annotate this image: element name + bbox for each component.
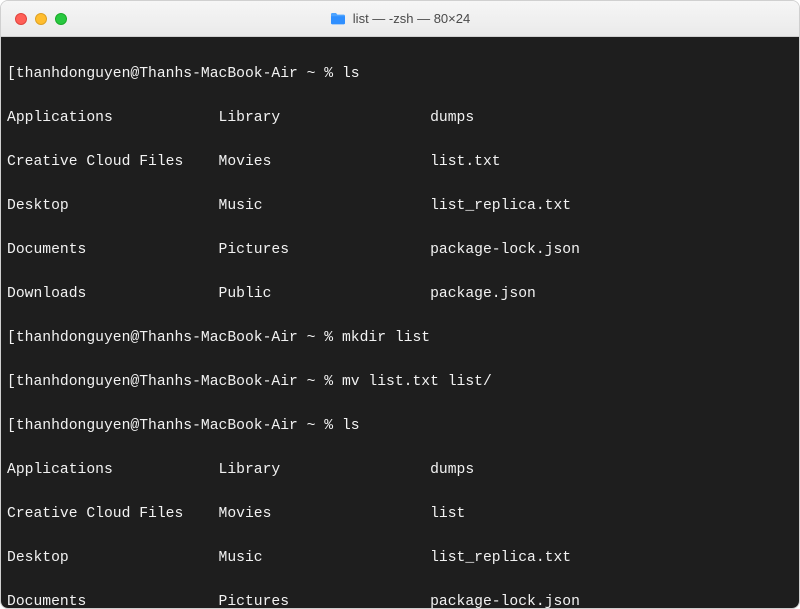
prompt-line: [thanhdonguyen@Thanhs-MacBook-Air ~ % ls [7,63,793,85]
prompt-line: [thanhdonguyen@Thanhs-MacBook-Air ~ % mv… [7,371,793,393]
file-entry: Downloads [7,283,219,305]
file-entry: list.txt [430,151,793,173]
command: mv list.txt list/ [342,371,492,393]
prompt-line: [thanhdonguyen@Thanhs-MacBook-Air ~ % mk… [7,327,793,349]
command: mkdir list [342,327,430,349]
ls-output-row: DesktopMusiclist_replica.txt [7,547,793,569]
close-icon[interactable] [15,13,27,25]
prompt: [thanhdonguyen@Thanhs-MacBook-Air ~ % [7,63,342,85]
file-entry: dumps [430,107,793,129]
file-entry: Pictures [219,239,431,261]
file-entry: Music [219,195,431,217]
prompt: [thanhdonguyen@Thanhs-MacBook-Air ~ % [7,415,342,437]
terminal-window: list — -zsh — 80×24 [thanhdonguyen@Thanh… [0,0,800,609]
prompt-line: [thanhdonguyen@Thanhs-MacBook-Air ~ % ls [7,415,793,437]
minimize-icon[interactable] [35,13,47,25]
command: ls [342,415,360,437]
ls-output-row: DocumentsPicturespackage-lock.json [7,591,793,608]
ls-output-row: ApplicationsLibrarydumps [7,107,793,129]
file-entry: package.json [430,283,793,305]
ls-output-row: DocumentsPicturespackage-lock.json [7,239,793,261]
file-entry: Documents [7,591,219,608]
file-entry: Applications [7,107,219,129]
ls-output-row: ApplicationsLibrarydumps [7,459,793,481]
file-entry: Creative Cloud Files [7,503,219,525]
file-entry: dumps [430,459,793,481]
prompt: [thanhdonguyen@Thanhs-MacBook-Air ~ % [7,371,342,393]
command: ls [342,63,360,85]
ls-output-row: Creative Cloud FilesMovieslist.txt [7,151,793,173]
file-entry: package-lock.json [430,239,793,261]
file-entry: Music [219,547,431,569]
file-entry: package-lock.json [430,591,793,608]
file-entry: Desktop [7,547,219,569]
titlebar[interactable]: list — -zsh — 80×24 [1,1,799,37]
ls-output-row: Creative Cloud FilesMovieslist [7,503,793,525]
terminal-body[interactable]: [thanhdonguyen@Thanhs-MacBook-Air ~ % ls… [1,37,799,608]
file-entry: Desktop [7,195,219,217]
file-entry: list_replica.txt [430,195,793,217]
zoom-icon[interactable] [55,13,67,25]
ls-output-row: DesktopMusiclist_replica.txt [7,195,793,217]
prompt: [thanhdonguyen@Thanhs-MacBook-Air ~ % [7,327,342,349]
window-title: list — -zsh — 80×24 [1,11,799,26]
file-entry: Library [219,459,431,481]
file-entry: list_replica.txt [430,547,793,569]
window-controls [1,13,67,25]
ls-output-row: DownloadsPublicpackage.json [7,283,793,305]
file-entry: Movies [219,503,431,525]
file-entry: Movies [219,151,431,173]
file-entry: Public [219,283,431,305]
window-title-text: list — -zsh — 80×24 [353,11,470,26]
file-entry: Library [219,107,431,129]
folder-icon [330,12,346,25]
file-entry: Documents [7,239,219,261]
file-entry: Applications [7,459,219,481]
file-entry: Pictures [219,591,431,608]
file-entry: Creative Cloud Files [7,151,219,173]
file-entry: list [430,503,793,525]
